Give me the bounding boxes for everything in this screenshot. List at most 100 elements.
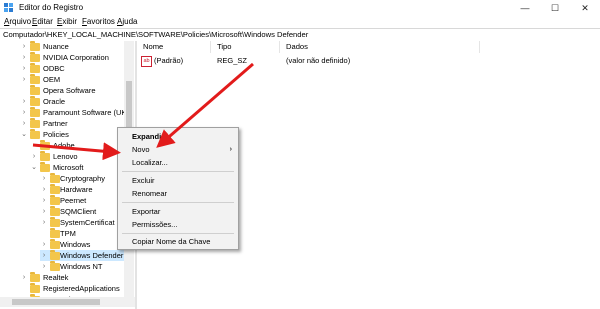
menu-item-label: Localizar... xyxy=(132,158,168,167)
folder-icon xyxy=(50,228,60,238)
title-bar: Editor do Registro — ☐ ✕ xyxy=(0,0,600,16)
chevron-right-icon[interactable]: › xyxy=(40,195,48,206)
tree-item-registeredapplications[interactable]: RegisteredApplications xyxy=(20,283,124,294)
tree-item-partner[interactable]: › Partner xyxy=(20,118,124,129)
tree-item-windows[interactable]: › Windows xyxy=(40,239,124,250)
tree-item-microsoft[interactable]: ⌄ Microsoft xyxy=(30,162,124,173)
address-bar[interactable]: Computador\HKEY_LOCAL_MACHINE\SOFTWARE\P… xyxy=(0,28,600,42)
menu-item-renomear[interactable]: Renomear xyxy=(118,188,238,199)
menu-arquivo[interactable]: Arquivo xyxy=(4,17,31,26)
value-name: (Padrão) xyxy=(154,56,184,65)
chevron-right-icon[interactable]: › xyxy=(20,118,28,129)
menu-editar[interactable]: Editar xyxy=(32,17,53,26)
menu-item-expandir[interactable]: Expandir xyxy=(118,131,238,142)
tree-item-odbc[interactable]: › ODBC xyxy=(20,63,124,74)
folder-icon xyxy=(30,118,40,128)
chevron-down-icon[interactable]: ⌄ xyxy=(30,162,38,173)
tree-item-opera[interactable]: Opera Software xyxy=(20,85,124,96)
menu-ajuda[interactable]: Ajuda xyxy=(117,17,137,26)
column-header-type[interactable]: Tipo xyxy=(211,41,280,53)
tree-item-oracle[interactable]: › Oracle xyxy=(20,96,124,107)
menu-item-copiar-nome[interactable]: Copiar Nome da Chave xyxy=(118,236,238,247)
chevron-right-icon[interactable]: › xyxy=(40,173,48,184)
tree-item-lenovo[interactable]: › Lenovo xyxy=(30,151,124,162)
tree-item-label: Microsoft xyxy=(53,163,84,172)
menu-item-label: Renomear xyxy=(132,189,168,198)
tree-item-cryptography[interactable]: › Cryptography xyxy=(40,173,124,184)
tree-item-peernet[interactable]: › Peernet xyxy=(40,195,124,206)
chevron-right-icon[interactable]: › xyxy=(20,41,28,52)
tree-item-windows-nt[interactable]: › Windows NT xyxy=(40,261,124,272)
tree-item-label: Opera Software xyxy=(43,86,96,95)
tree-item-oem[interactable]: › OEM xyxy=(20,74,124,85)
column-header-data[interactable]: Dados xyxy=(280,41,480,53)
menu-item-excluir[interactable]: Excluir xyxy=(118,175,238,186)
chevron-right-icon[interactable]: › xyxy=(20,63,28,74)
value-row-name[interactable]: ab (Padrão) xyxy=(141,55,184,67)
chevron-right-icon[interactable]: › xyxy=(20,74,28,85)
folder-icon xyxy=(50,173,60,183)
folder-icon xyxy=(50,217,60,227)
tree-item-sqmclient[interactable]: › SQMClient xyxy=(40,206,124,217)
chevron-right-icon[interactable]: › xyxy=(40,217,48,228)
tree-item-nvidia[interactable]: › NVIDIA Corporation xyxy=(20,52,124,63)
menu-item-localizar[interactable]: Localizar... xyxy=(118,157,238,168)
value-row-data: (valor não definido) xyxy=(286,56,351,65)
context-menu: Expandir Novo › Localizar... Excluir Reno… xyxy=(117,127,239,250)
close-button[interactable]: ✕ xyxy=(570,0,600,16)
folder-icon xyxy=(50,184,60,194)
chevron-right-icon[interactable]: › xyxy=(40,239,48,250)
folder-icon xyxy=(40,140,50,150)
tree-item-tpm[interactable]: TPM xyxy=(40,228,124,239)
chevron-right-icon[interactable]: › xyxy=(20,52,28,63)
submenu-arrow-icon: › xyxy=(229,146,232,153)
folder-icon xyxy=(30,283,40,293)
chevron-right-icon[interactable]: › xyxy=(40,206,48,217)
chevron-right-icon[interactable]: › xyxy=(20,272,28,283)
tree-item-realtek[interactable]: › Realtek xyxy=(20,272,124,283)
address-path[interactable]: Computador\HKEY_LOCAL_MACHINE\SOFTWARE\P… xyxy=(3,30,308,39)
tree-item-label: Paramount Software (UK) Lt xyxy=(43,108,124,117)
tree-horizontal-scrollbar[interactable] xyxy=(0,297,135,307)
tree-item-systemcertificates[interactable]: › SystemCertificat xyxy=(40,217,124,228)
folder-icon xyxy=(50,250,60,260)
tree-item-paramount[interactable]: › Paramount Software (UK) Lt xyxy=(20,107,124,118)
folder-icon xyxy=(40,151,50,161)
tree-item-policies[interactable]: ⌄ Policies xyxy=(20,129,124,140)
chevron-right-icon[interactable]: › xyxy=(40,250,48,261)
folder-icon xyxy=(30,107,40,117)
minimize-button[interactable]: — xyxy=(510,0,540,16)
menu-item-label: Novo xyxy=(132,145,150,154)
tree-item-adobe[interactable]: › Adobe xyxy=(30,140,124,151)
tree-item-windows-defender[interactable]: › Windows Defender xyxy=(40,250,124,261)
chevron-right-icon[interactable]: › xyxy=(20,107,28,118)
folder-icon xyxy=(30,52,40,62)
tree-item-label: Policies xyxy=(43,130,69,139)
menu-item-label: Permissões... xyxy=(132,220,178,229)
tree-item-label: NVIDIA Corporation xyxy=(43,53,109,62)
tree-item-nuance[interactable]: › Nuance xyxy=(20,41,124,52)
menu-item-exportar[interactable]: Exportar xyxy=(118,206,238,217)
chevron-right-icon[interactable]: › xyxy=(40,184,48,195)
tree-item-label: SystemCertificat xyxy=(60,218,115,227)
chevron-down-icon[interactable]: ⌄ xyxy=(20,129,28,140)
chevron-right-icon[interactable]: › xyxy=(30,151,38,162)
menu-item-permissoes[interactable]: Permissões... xyxy=(118,219,238,230)
folder-icon xyxy=(30,96,40,106)
menu-exibir[interactable]: Exibir xyxy=(57,17,77,26)
menu-item-label: Exportar xyxy=(132,207,161,216)
tree-item-label: TPM xyxy=(60,229,76,238)
menu-favoritos[interactable]: Favoritos xyxy=(82,17,115,26)
menu-separator xyxy=(122,233,234,234)
menu-item-novo[interactable]: Novo › xyxy=(118,144,238,155)
chevron-right-icon[interactable]: › xyxy=(30,140,38,151)
key-tree[interactable]: › Nuance › NVIDIA Corporation › ODBC › O… xyxy=(0,41,135,309)
scrollbar-thumb[interactable] xyxy=(12,299,100,305)
tree-item-hardware[interactable]: › Hardware xyxy=(40,184,124,195)
chevron-right-icon[interactable]: › xyxy=(20,96,28,107)
chevron-right-icon[interactable]: › xyxy=(40,261,48,272)
column-header-name[interactable]: Nome xyxy=(137,41,211,53)
tree-item-label: RegisteredApplications xyxy=(43,284,120,293)
maximize-button[interactable]: ☐ xyxy=(540,0,570,16)
tree-item-label: ODBC xyxy=(43,64,65,73)
